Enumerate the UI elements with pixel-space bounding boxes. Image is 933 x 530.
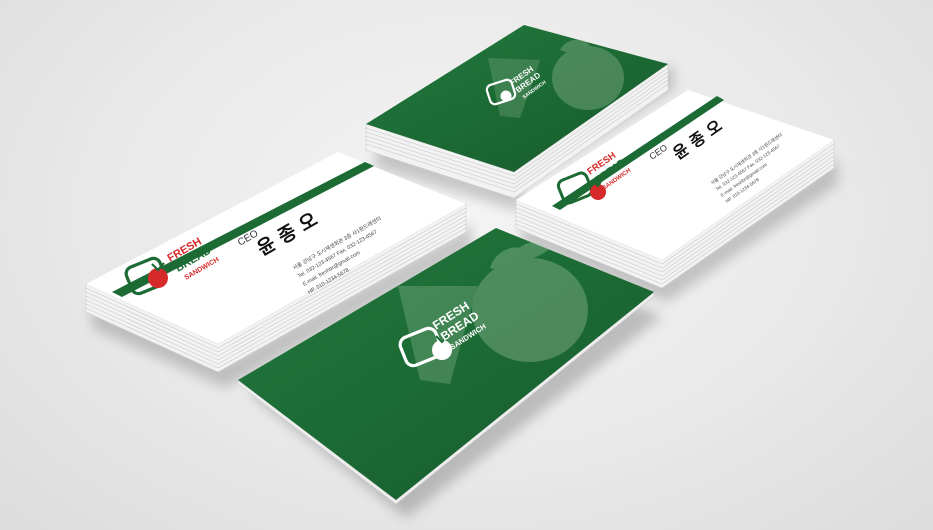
mockup-scene: FRESH BREAD SANDWICH FRESH BREAD SANDWIC… [0, 0, 933, 530]
mockup-canvas: FRESH BREAD SANDWICH FRESH BREAD SANDWIC… [85, 25, 838, 518]
